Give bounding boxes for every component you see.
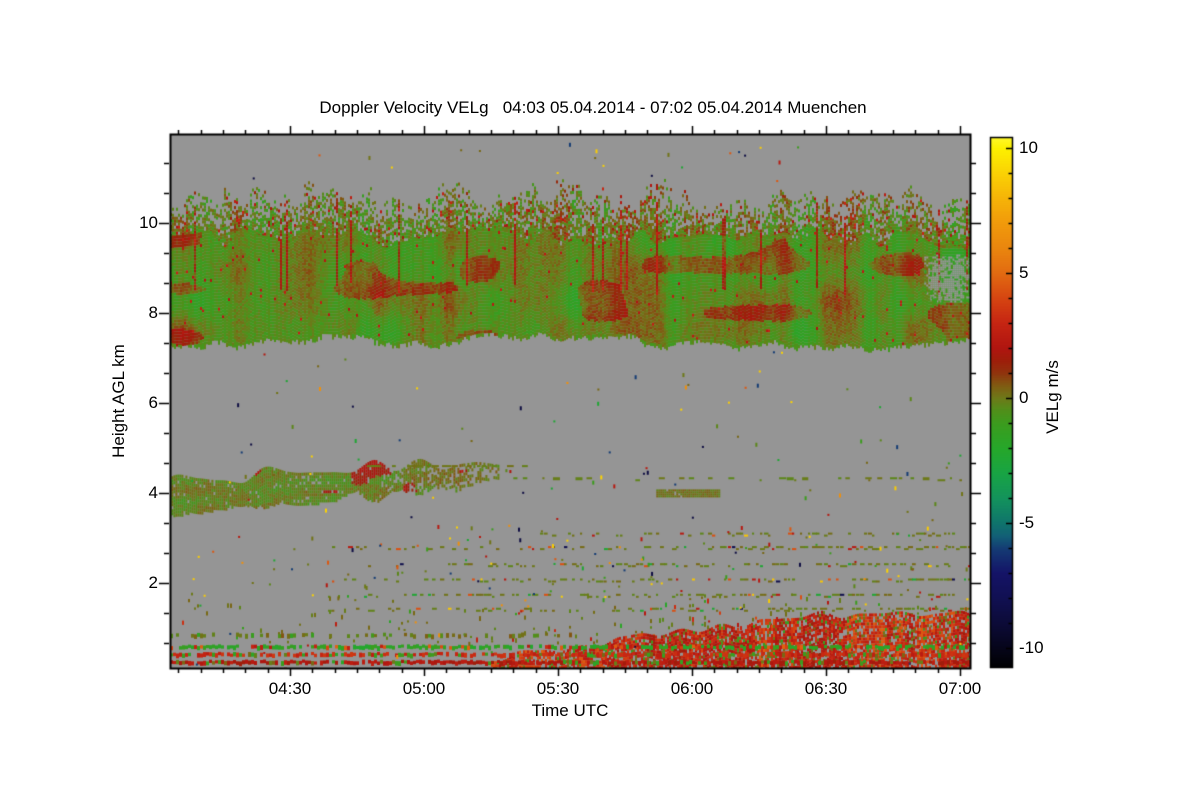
x-tick-label: 04:30	[268, 679, 312, 698]
colorbar-tick-label: 10	[1019, 138, 1038, 157]
x-tick-label: 05:00	[402, 679, 446, 698]
x-axis-title: Time UTC	[531, 701, 609, 720]
y-tick-label: 8	[148, 303, 158, 322]
y-tick-label: 10	[139, 213, 158, 232]
y-tick-label: 6	[148, 393, 158, 412]
colorbar-tick-label: -5	[1019, 513, 1035, 532]
x-tick-label: 07:00	[938, 679, 982, 698]
x-tick-label: 05:30	[536, 679, 580, 698]
colorbar-title: VELg m/s	[1043, 360, 1062, 434]
y-axis-title: Height AGL km	[109, 344, 128, 458]
x-tick-label: 06:30	[804, 679, 848, 698]
colorbar-tick-label: 0	[1019, 388, 1029, 407]
colorbar-tick-label: 5	[1019, 263, 1029, 282]
y-tick-label: 4	[148, 483, 158, 502]
plot-title: Doppler Velocity VELg 04:03 05.04.2014 -…	[319, 98, 867, 117]
x-tick-label: 06:00	[670, 679, 714, 698]
doppler-velocity-figure: Doppler Velocity VELg 04:03 05.04.2014 -…	[0, 0, 1200, 800]
y-tick-label: 2	[148, 573, 158, 592]
colorbar-tick-label: -10	[1019, 638, 1044, 657]
